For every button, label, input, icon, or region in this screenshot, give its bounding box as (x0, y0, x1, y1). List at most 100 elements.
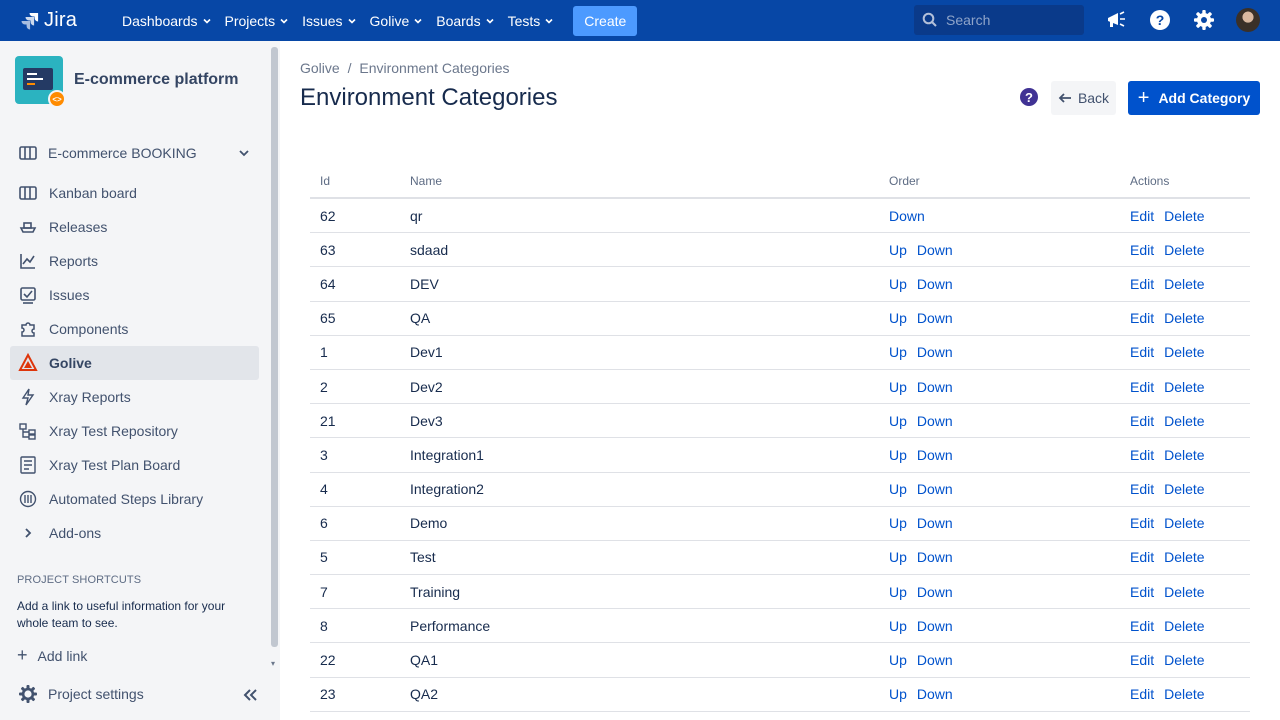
profile-avatar[interactable] (1236, 8, 1260, 32)
sidebar-item-issues[interactable]: Issues (10, 278, 259, 312)
project-settings-link[interactable]: Project settings (18, 684, 144, 704)
move-up-link[interactable]: Up (889, 584, 907, 600)
nav-projects[interactable]: Projects (219, 0, 295, 41)
delete-link[interactable]: Delete (1164, 413, 1204, 429)
move-down-link[interactable]: Down (917, 413, 953, 429)
edit-link[interactable]: Edit (1130, 276, 1154, 292)
move-up-link[interactable]: Up (889, 344, 907, 360)
sidebar-item-add-ons[interactable]: Add-ons (10, 516, 259, 550)
sidebar-item-releases[interactable]: Releases (10, 210, 259, 244)
move-up-link[interactable]: Up (889, 549, 907, 565)
move-up-link[interactable]: Up (889, 652, 907, 668)
delete-link[interactable]: Delete (1164, 379, 1204, 395)
code-badge-icon: <> (48, 90, 66, 108)
move-up-link[interactable]: Up (889, 481, 907, 497)
megaphone-icon[interactable] (1104, 8, 1128, 32)
breadcrumb-golive-link[interactable]: Golive (300, 60, 340, 76)
move-up-link[interactable]: Up (889, 413, 907, 429)
nav-boards[interactable]: Boards (430, 0, 499, 41)
back-button[interactable]: Back (1051, 81, 1116, 115)
delete-link[interactable]: Delete (1164, 515, 1204, 531)
breadcrumb-current[interactable]: Environment Categories (359, 60, 509, 76)
edit-link[interactable]: Edit (1130, 686, 1154, 702)
nav-golive[interactable]: Golive (364, 0, 429, 41)
help-icon[interactable]: ? (1020, 88, 1038, 106)
project-header[interactable]: <> E-commerce platform (15, 56, 239, 108)
sidebar-item-xray-test-plan-board[interactable]: Xray Test Plan Board (10, 448, 259, 482)
add-link-button[interactable]: + Add link (17, 645, 87, 666)
delete-link[interactable]: Delete (1164, 344, 1204, 360)
sidebar-item-kanban-board[interactable]: Kanban board (10, 176, 259, 210)
cell-id: 22 (320, 652, 336, 669)
edit-link[interactable]: Edit (1130, 310, 1154, 326)
edit-link[interactable]: Edit (1130, 549, 1154, 565)
move-down-link[interactable]: Down (917, 379, 953, 395)
move-down-link[interactable]: Down (917, 652, 953, 668)
nav-dashboards[interactable]: Dashboards (116, 0, 217, 41)
delete-link[interactable]: Delete (1164, 584, 1204, 600)
delete-link[interactable]: Delete (1164, 310, 1204, 326)
edit-link[interactable]: Edit (1130, 618, 1154, 634)
move-down-link[interactable]: Down (917, 276, 953, 292)
jira-logo[interactable]: Jira (20, 9, 100, 32)
settings-icon[interactable] (1192, 8, 1216, 32)
delete-link[interactable]: Delete (1164, 549, 1204, 565)
move-up-link[interactable]: Up (889, 618, 907, 634)
sidebar-item-label: Automated Steps Library (49, 491, 204, 507)
move-up-link[interactable]: Up (889, 276, 907, 292)
edit-link[interactable]: Edit (1130, 584, 1154, 600)
sidebar-item-golive[interactable]: Golive (10, 346, 259, 380)
edit-link[interactable]: Edit (1130, 447, 1154, 463)
move-down-link[interactable]: Down (917, 618, 953, 634)
add-category-button[interactable]: + Add Category (1128, 81, 1260, 115)
sidebar-item-xray-test-repository[interactable]: Xray Test Repository (10, 414, 259, 448)
move-down-link[interactable]: Down (889, 208, 925, 224)
move-up-link[interactable]: Up (889, 686, 907, 702)
delete-link[interactable]: Delete (1164, 481, 1204, 497)
delete-link[interactable]: Delete (1164, 686, 1204, 702)
move-up-link[interactable]: Up (889, 310, 907, 326)
move-up-link[interactable]: Up (889, 515, 907, 531)
delete-link[interactable]: Delete (1164, 447, 1204, 463)
sidebar-item-components[interactable]: Components (10, 312, 259, 346)
scroll-down-arrow-icon[interactable]: ▾ (271, 659, 275, 668)
move-down-link[interactable]: Down (917, 584, 953, 600)
move-up-link[interactable]: Up (889, 379, 907, 395)
sidebar-scrollbar-thumb[interactable] (271, 47, 278, 647)
move-down-link[interactable]: Down (917, 344, 953, 360)
sidebar-item-xray-reports[interactable]: Xray Reports (10, 380, 259, 414)
move-up-link[interactable]: Up (889, 447, 907, 463)
move-down-link[interactable]: Down (917, 310, 953, 326)
sidebar-item-automated-steps-library[interactable]: Automated Steps Library (10, 482, 259, 516)
create-button[interactable]: Create (573, 5, 638, 36)
sidebar-item-reports[interactable]: Reports (10, 244, 259, 278)
delete-link[interactable]: Delete (1164, 276, 1204, 292)
search-box[interactable] (914, 5, 1084, 35)
delete-link[interactable]: Delete (1164, 208, 1204, 224)
move-down-link[interactable]: Down (917, 686, 953, 702)
edit-link[interactable]: Edit (1130, 379, 1154, 395)
delete-link[interactable]: Delete (1164, 652, 1204, 668)
delete-link[interactable]: Delete (1164, 242, 1204, 258)
move-down-link[interactable]: Down (917, 481, 953, 497)
move-down-link[interactable]: Down (917, 447, 953, 463)
edit-link[interactable]: Edit (1130, 242, 1154, 258)
cell-name: Demo (410, 515, 448, 532)
move-up-link[interactable]: Up (889, 242, 907, 258)
help-icon[interactable]: ? (1148, 8, 1172, 32)
edit-link[interactable]: Edit (1130, 413, 1154, 429)
edit-link[interactable]: Edit (1130, 481, 1154, 497)
board-selector[interactable]: E-commerce BOOKING (10, 136, 260, 170)
edit-link[interactable]: Edit (1130, 344, 1154, 360)
move-down-link[interactable]: Down (917, 242, 953, 258)
edit-link[interactable]: Edit (1130, 208, 1154, 224)
nav-issues[interactable]: Issues (296, 0, 361, 41)
collapse-sidebar-icon[interactable] (240, 685, 260, 705)
delete-link[interactable]: Delete (1164, 618, 1204, 634)
search-input[interactable] (946, 12, 1076, 28)
move-down-link[interactable]: Down (917, 515, 953, 531)
edit-link[interactable]: Edit (1130, 652, 1154, 668)
move-down-link[interactable]: Down (917, 549, 953, 565)
nav-tests[interactable]: Tests (502, 0, 560, 41)
edit-link[interactable]: Edit (1130, 515, 1154, 531)
